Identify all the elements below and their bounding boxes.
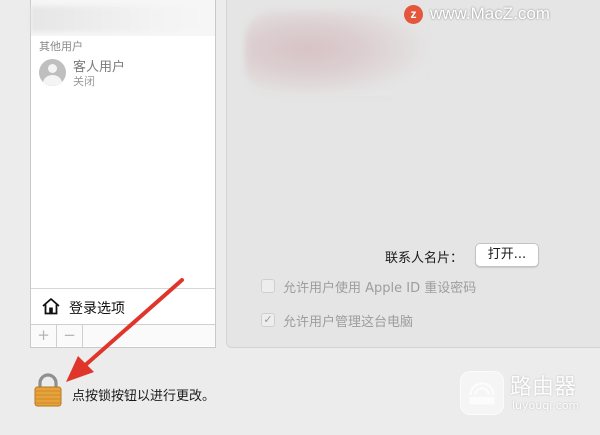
macz-watermark-text: www.MacZ.com	[430, 4, 550, 23]
remove-user-button[interactable]: −	[57, 325, 83, 347]
lock-hint-text: 点按锁按钮以进行更改。	[72, 389, 216, 404]
luyouqi-watermark-name: 路由器	[510, 375, 577, 400]
guest-user-row[interactable]: 客人用户 关闭	[39, 56, 209, 90]
allow-admin-checkbox[interactable]: ✓	[261, 313, 275, 327]
blurred-profile-picture	[245, 10, 425, 96]
allow-apple-id-reset-checkbox[interactable]	[261, 279, 275, 293]
allow-admin-label: 允许用户管理这台电脑	[283, 315, 414, 330]
luyouqi-watermark: 路由器 luyouqi.com	[458, 365, 598, 421]
user-detail-pane: 联系人名片： 打开... 允许用户使用 Apple ID 重设密码 ✓ 允许用户…	[226, 0, 600, 348]
login-options-item[interactable]: 登录选项	[31, 288, 215, 324]
checkmark-icon: ✓	[263, 313, 273, 326]
user-list-toolbar: + −	[31, 324, 215, 347]
house-icon	[42, 298, 60, 315]
luyouqi-watermark-domain: luyouqi.com	[512, 399, 580, 412]
blurred-current-user	[31, 6, 207, 32]
open-contact-card-button[interactable]: 打开...	[475, 243, 539, 267]
login-options-label: 登录选项	[69, 301, 125, 317]
guest-user-status: 关闭	[73, 75, 95, 88]
guest-avatar-icon	[39, 59, 66, 86]
allow-apple-id-reset-label: 允许用户使用 Apple ID 重设密码	[283, 281, 477, 296]
add-user-button[interactable]: +	[31, 325, 57, 347]
macz-badge-icon: z	[404, 5, 423, 24]
router-logo-icon	[460, 371, 504, 415]
padlock-icon[interactable]	[33, 373, 63, 407]
user-list-panel: 其他用户 客人用户 关闭 登录选项 + −	[30, 0, 216, 348]
current-user-row-blurred[interactable]	[31, 0, 215, 36]
contact-card-label: 联系人名片：	[385, 251, 464, 266]
other-users-header: 其他用户	[39, 40, 83, 53]
